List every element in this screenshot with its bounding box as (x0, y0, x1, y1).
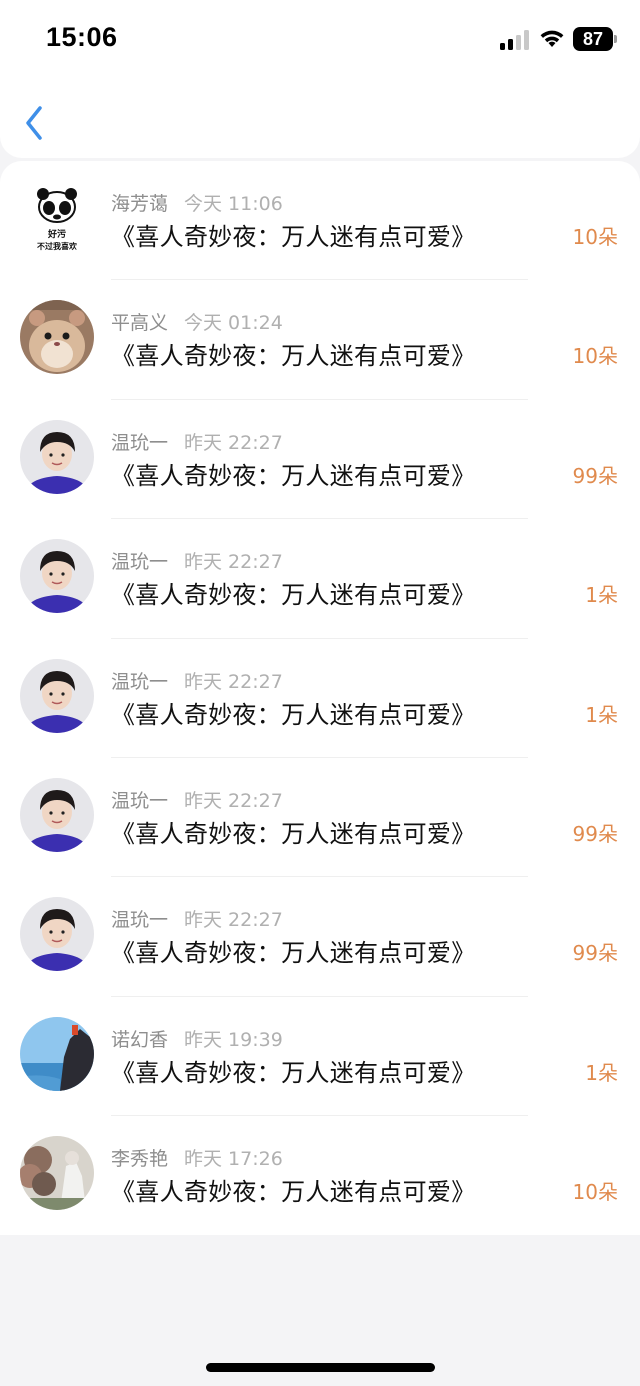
gift-records-screen: 15:06 87 好污 不过我喜欢 海芳蔼 今天 11:06 《喜人奇妙夜：万人… (0, 0, 640, 1386)
timestamp: 昨天 17:26 (184, 1148, 283, 1171)
list-item[interactable]: 温玧一 昨天 22:27 《喜人奇妙夜：万人迷有点可爱》 1朵 (0, 639, 640, 758)
list-item[interactable]: 平高义 今天 01:24 《喜人奇妙夜：万人迷有点可爱》 10朵 (0, 280, 640, 400)
user-name[interactable]: 李秀艳 (111, 1148, 168, 1170)
show-title: 《喜人奇妙夜：万人迷有点可爱》 (111, 1178, 476, 1207)
list-item[interactable]: 诺幻香 昨天 19:39 《喜人奇妙夜：万人迷有点可爱》 1朵 (0, 997, 640, 1117)
gift-amount: 99朵 (572, 463, 618, 488)
gift-amount: 99朵 (572, 822, 618, 846)
meta-line: 海芳蔼 今天 11:06 (111, 189, 283, 216)
show-title: 《喜人奇妙夜：万人迷有点可爱》 (111, 700, 476, 729)
timestamp: 昨天 22:27 (184, 790, 283, 812)
wifi-icon (540, 30, 564, 47)
timestamp: 今天 01:24 (184, 312, 283, 335)
timestamp: 昨天 22:27 (184, 909, 283, 932)
show-title: 《喜人奇妙夜：万人迷有点可爱》 (111, 939, 476, 968)
meta-line: 温玧一 昨天 22:27 (111, 905, 283, 932)
timestamp: 昨天 22:27 (184, 670, 283, 693)
meta-line: 诺幻香 昨天 19:39 (111, 1025, 283, 1052)
show-title: 《喜人奇妙夜：万人迷有点可爱》 (111, 1058, 476, 1087)
gift-record-list: 好污 不过我喜欢 海芳蔼 今天 11:06 《喜人奇妙夜：万人迷有点可爱》 10朵 (0, 161, 640, 1235)
hamster-avatar (20, 300, 94, 375)
person-avatar (20, 778, 94, 852)
list-item[interactable]: 温玧一 昨天 22:27 《喜人奇妙夜：万人迷有点可爱》 99朵 (0, 758, 640, 878)
status-bar: 15:06 87 (0, 0, 640, 80)
user-name[interactable]: 温玧一 (111, 790, 168, 812)
avatar-caption-bottom: 不过我喜欢 (37, 241, 78, 251)
timestamp: 昨天 22:27 (184, 551, 283, 574)
gift-amount: 1朵 (585, 1060, 618, 1085)
timestamp: 昨天 22:27 (184, 431, 283, 454)
meta-line: 温玧一 昨天 22:27 (111, 428, 283, 455)
battery-level: 87 (573, 27, 613, 51)
battery-icon: 87 (573, 27, 617, 51)
user-name[interactable]: 诺幻香 (111, 1029, 168, 1051)
gift-amount: 10朵 (572, 1180, 618, 1205)
chevron-left-icon (26, 106, 42, 140)
person-avatar (20, 539, 94, 614)
gift-amount: 10朵 (572, 225, 618, 249)
list-item[interactable]: 李秀艳 昨天 17:26 《喜人奇妙夜：万人迷有点可爱》 10朵 (0, 1116, 640, 1235)
user-name[interactable]: 平高义 (111, 312, 168, 334)
show-title: 《喜人奇妙夜：万人迷有点可爱》 (111, 461, 476, 490)
status-time: 15:06 (46, 22, 118, 52)
gift-amount: 10朵 (572, 344, 618, 369)
user-name[interactable]: 温玧一 (111, 671, 168, 693)
user-name[interactable]: 温玧一 (111, 432, 168, 454)
person-avatar (20, 897, 94, 972)
list-item[interactable]: 温玧一 昨天 22:27 《喜人奇妙夜：万人迷有点可爱》 1朵 (0, 519, 640, 639)
show-title: 《喜人奇妙夜：万人迷有点可爱》 (111, 820, 476, 848)
panda-meme-avatar: 好污 不过我喜欢 (20, 181, 94, 255)
avatar-caption-top: 好污 (47, 228, 66, 240)
list-item[interactable]: 温玧一 昨天 22:27 《喜人奇妙夜：万人迷有点可爱》 99朵 (0, 400, 640, 520)
gift-amount: 1朵 (585, 702, 618, 727)
person-avatar (20, 419, 94, 494)
meta-line: 平高义 今天 01:24 (111, 308, 283, 335)
landscape-avatar (20, 1136, 94, 1211)
list-item[interactable]: 温玧一 昨天 22:27 《喜人奇妙夜：万人迷有点可爱》 99朵 (0, 877, 640, 997)
gift-amount: 99朵 (572, 941, 618, 966)
meta-line: 温玧一 昨天 22:27 (111, 547, 283, 574)
home-indicator[interactable] (206, 1363, 435, 1372)
header: 15:06 87 (0, 0, 640, 158)
seaside-avatar (20, 1016, 94, 1091)
timestamp: 今天 11:06 (184, 193, 283, 215)
show-title: 《喜人奇妙夜：万人迷有点可爱》 (111, 223, 476, 251)
meta-line: 温玧一 昨天 22:27 (111, 667, 283, 694)
meta-line: 温玧一 昨天 22:27 (111, 786, 283, 813)
back-button[interactable] (20, 102, 52, 144)
show-title: 《喜人奇妙夜：万人迷有点可爱》 (111, 581, 476, 610)
meta-line: 李秀艳 昨天 17:26 (111, 1144, 283, 1171)
battery-tip (614, 35, 617, 43)
show-title: 《喜人奇妙夜：万人迷有点可爱》 (111, 342, 476, 371)
user-name[interactable]: 温玧一 (111, 551, 168, 573)
signal-icon (500, 30, 529, 50)
person-avatar (20, 658, 94, 733)
list-item[interactable]: 好污 不过我喜欢 海芳蔼 今天 11:06 《喜人奇妙夜：万人迷有点可爱》 10朵 (0, 161, 640, 281)
gift-amount: 1朵 (585, 583, 618, 608)
user-name[interactable]: 温玧一 (111, 909, 168, 931)
timestamp: 昨天 19:39 (184, 1028, 283, 1051)
user-name[interactable]: 海芳蔼 (111, 193, 168, 215)
